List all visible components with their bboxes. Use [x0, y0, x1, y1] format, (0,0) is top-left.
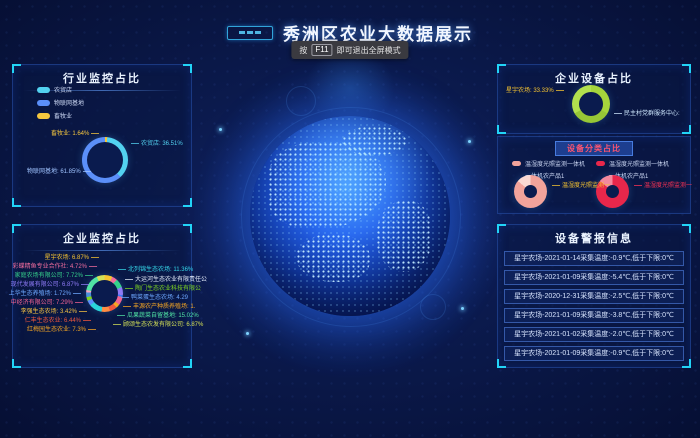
legend-item[interactable]: 畜牧业 — [37, 111, 84, 120]
alarm-row: 星宇农场-2021-01-09采集温度:-0.9℃,低于下限:0℃ — [504, 346, 684, 361]
enterprise-callout: 李强生态农场: 3.42% — [21, 308, 87, 316]
enterprise-callout: 上华生态养殖场: 1.72% — [9, 290, 81, 298]
donut-hole — [579, 92, 603, 116]
enterprise-callout: 瓜果蔬菜自留基地: 15.02% — [117, 312, 199, 320]
decor-circle — [420, 294, 446, 320]
panel-industry-title: 行业监控占比 — [13, 70, 191, 86]
panel-alarms: 设备警报信息 星宇农场-2021-01-14采集温度:-0.9℃,低于下限:0℃… — [497, 224, 691, 368]
toast-prefix: 按 — [299, 45, 307, 56]
fullscreen-toast: 按 F11 即可退出全屏模式 — [291, 41, 408, 59]
divider — [23, 250, 181, 251]
panel-enterprise-title: 企业监控占比 — [13, 230, 191, 246]
enterprise-donut-chart[interactable] — [86, 275, 123, 312]
dashboard: 秀洲区农业大数据展示 按 F11 即可退出全屏模式 行业监控占比 农贸店 物联网… — [0, 0, 700, 438]
donut-hole — [524, 185, 537, 198]
globe — [250, 116, 450, 316]
industry-callout: 农贸店: 36.51% — [131, 140, 183, 148]
enterprise-callout: 顾颂生态农发有限公司: 6.87% — [113, 321, 203, 329]
enterprise-callout: 大运河生态农业有限责任公 — [125, 276, 207, 284]
legend-label: 温湿度光照监测一体机 — [525, 159, 585, 168]
enterprise-callout: 陶门生态农业科技有限公 — [125, 285, 201, 293]
legend-item[interactable]: 农贸店 — [37, 85, 84, 94]
enterprise-callout: 中经济有限公司: 7.29% — [11, 299, 83, 307]
legend-swatch — [37, 87, 50, 93]
decor-star — [246, 332, 249, 335]
enterprise-callout: 星宇农场: 6.87% — [45, 254, 99, 262]
panel-classification: 设备分类占比 温湿度光照监测一体机 一体机农产品1 温湿度光照监测一体机 一体机… — [497, 136, 691, 214]
classification-left-donut[interactable] — [514, 175, 547, 208]
toast-suffix: 即可退出全屏模式 — [337, 45, 401, 56]
industry-donut-chart[interactable] — [82, 137, 128, 183]
alarm-list: 星宇农场-2021-01-14采集温度:-0.9℃,低于下限:0℃ 星宇农场-2… — [498, 247, 690, 361]
alarm-row: 星宇农场-2021-01-09采集温度:-3.8℃,低于下限:0℃ — [504, 308, 684, 323]
legend-swatch — [512, 161, 521, 166]
alarm-row: 星宇农场-2021-01-14采集温度:-0.9℃,低于下限:0℃ — [504, 251, 684, 266]
enterprise-callout: 鸭菜蛋生态农场: 4.29 — [121, 294, 188, 302]
industry-legend: 农贸店 物联网基地 畜牧业 — [37, 85, 84, 120]
enterprise-callout: 仁丰生态农业: 6.44% — [25, 317, 91, 325]
equipment-donut-chart[interactable] — [572, 85, 610, 123]
classification-callout: 温湿度光照监测一 — [552, 182, 610, 190]
equipment-callout: 民主村党群服务中心: — [614, 110, 680, 118]
panel-enterprise: 企业监控占比 星宇农场: 6.87% 彩蝶精鱼专业合作社: 4.72% 家庭农场… — [12, 224, 192, 368]
globe-highlight — [250, 116, 450, 316]
legend-item[interactable]: 物联网基地 — [37, 98, 84, 107]
enterprise-callout: 丰源农产种质养殖场: 1. — [123, 303, 195, 311]
alarm-row: 星宇农场-2021-01-09采集温度:-5.4℃,低于下限:0℃ — [504, 270, 684, 285]
enterprise-callout: 家庭农场有限公司: 7.72% — [15, 272, 93, 280]
legend-label: 温湿度光照监测一体机 — [609, 159, 669, 168]
industry-callout: 畜牧业: 1.64% — [51, 130, 99, 138]
equipment-callout: 星宇农场: 33.33% — [506, 87, 564, 95]
classification-right-donut[interactable] — [596, 175, 629, 208]
panel-classification-title: 设备分类占比 — [555, 141, 633, 156]
panel-equipment: 企业设备占比 星宇农场: 33.33% 民主村党群服务中心: — [497, 64, 691, 134]
legend-swatch — [37, 113, 50, 119]
alarm-row: 星宇农场-2020-12-31采集温度:-2.5℃,低于下限:0℃ — [504, 289, 684, 304]
panel-alarms-title: 设备警报信息 — [498, 230, 690, 246]
f11-key: F11 — [311, 44, 332, 56]
industry-callout: 物联网基地: 61.85% — [27, 168, 91, 176]
enterprise-callout: 现代发展有限公司: 6.87% — [11, 281, 89, 289]
legend-label: 农贸店 — [54, 85, 72, 94]
enterprise-callout: 红梅园生态农业: 7.3% — [27, 326, 96, 334]
decor-star — [461, 307, 464, 310]
donut-hole — [87, 142, 123, 178]
decor-circle — [286, 86, 316, 116]
enterprise-callout: 北列锦生态农场: 11.36% — [118, 266, 193, 274]
legend-item[interactable]: 温湿度光照监测一体机 — [596, 159, 669, 168]
panel-equipment-title: 企业设备占比 — [498, 70, 690, 86]
legend-label: 畜牧业 — [54, 111, 72, 120]
alarm-row: 星宇农场-2021-01-02采集温度:-2.0℃,低于下限:0℃ — [504, 327, 684, 342]
decor-star — [468, 140, 471, 143]
legend-item[interactable]: 温湿度光照监测一体机 — [512, 159, 585, 168]
donut-hole — [91, 280, 118, 307]
logo-badge — [227, 26, 273, 40]
legend-swatch — [596, 161, 605, 166]
decor-star — [219, 128, 222, 131]
legend-label: 物联网基地 — [54, 98, 84, 107]
classification-callout: 温湿度光照监测一 — [634, 182, 692, 190]
legend-swatch — [37, 100, 50, 106]
panel-industry: 行业监控占比 农贸店 物联网基地 畜牧业 畜牧业: 1.64% 农贸店: 36.… — [12, 64, 192, 207]
enterprise-callout: 彩蝶精鱼专业合作社: 4.72% — [13, 263, 97, 271]
